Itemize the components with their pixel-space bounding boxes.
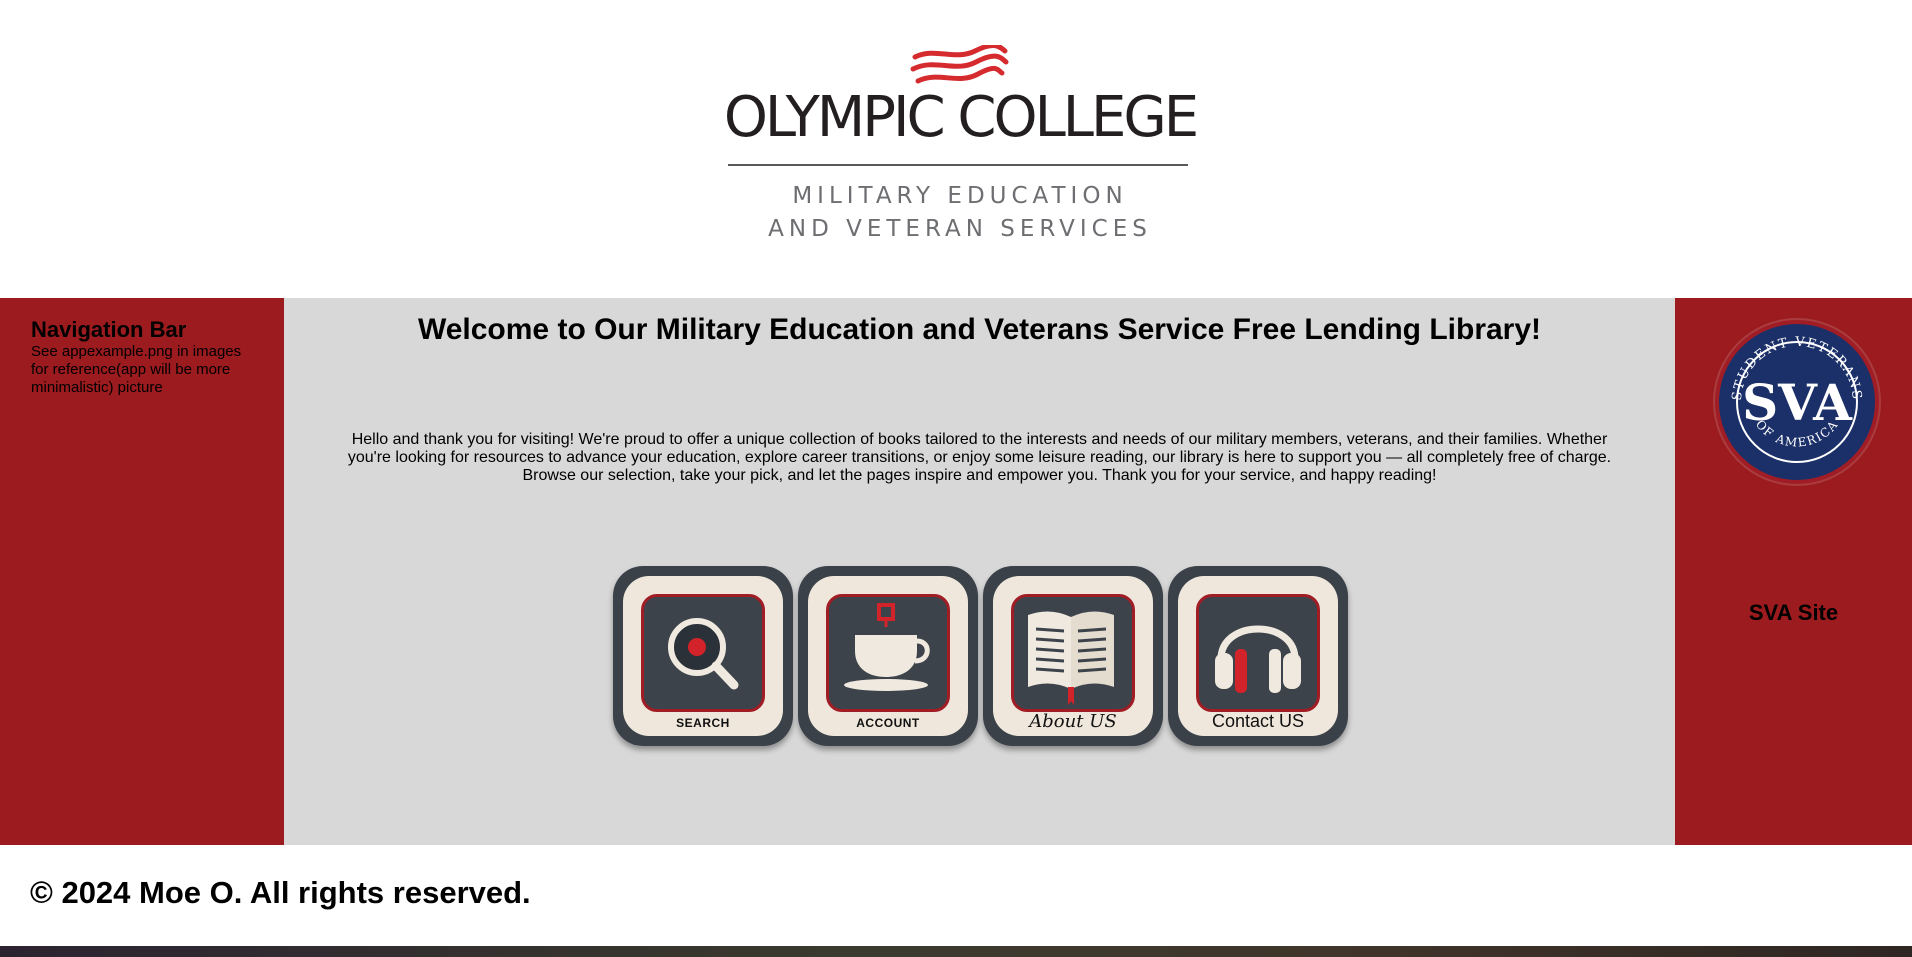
page-title: Welcome to Our Military Education and Ve… — [417, 313, 1542, 346]
copyright-text: © 2024 Moe O. All rights reserved. — [30, 875, 531, 910]
logo-subtitle-line1: MILITARY EDUCATION — [792, 183, 1128, 209]
tile-frame: Contact US — [1178, 576, 1338, 736]
account-tile-button[interactable]: ACCOUNT — [798, 566, 978, 746]
bottom-strip — [0, 946, 1912, 957]
tile-screen — [1196, 594, 1320, 712]
navigation-sidebar: Navigation Bar See appexample.png in ima… — [0, 298, 284, 845]
page: OLYMPIC COLLEGE MILITARY EDUCATION AND V… — [0, 0, 1912, 957]
tile-frame: About US — [993, 576, 1153, 736]
logo-divider — [728, 164, 1188, 166]
account-tile-label: ACCOUNT — [856, 716, 920, 730]
navigation-description: See appexample.png in images for referen… — [31, 343, 242, 396]
search-tile-button[interactable]: SEARCH — [613, 566, 793, 746]
headphones-icon — [1215, 625, 1301, 693]
sva-initials: SVA — [1742, 373, 1853, 432]
intro-paragraph: Hello and thank you for visiting! We're … — [347, 431, 1612, 484]
open-book-icon — [1028, 611, 1114, 705]
main-content: Welcome to Our Military Education and Ve… — [284, 298, 1675, 845]
search-tile-label: SEARCH — [676, 716, 730, 730]
tile-screen — [1011, 594, 1135, 712]
main-band: Navigation Bar See appexample.png in ima… — [0, 298, 1912, 845]
sva-sidebar: STUDENT VETERANS OF AMERICA SVA SVA Site — [1675, 298, 1912, 845]
sva-site-link[interactable]: SVA Site — [1675, 600, 1912, 626]
magnifier-icon — [668, 618, 739, 690]
tile-screen — [641, 594, 765, 712]
tile-frame: SEARCH — [623, 576, 783, 736]
sva-seal-icon[interactable]: STUDENT VETERANS OF AMERICA SVA — [1711, 316, 1883, 488]
logo-college-name: OLYMPIC COLLEGE — [723, 85, 1199, 150]
contact-us-tile-label: Contact US — [1211, 711, 1305, 731]
olympic-college-logo: OLYMPIC COLLEGE MILITARY EDUCATION AND V… — [720, 40, 1200, 250]
coffee-cup-icon — [844, 603, 930, 691]
flag-waves-icon — [910, 45, 1009, 84]
logo-subtitle-line2: AND VETERAN SERVICES — [768, 216, 1152, 242]
app-tiles: SEARCH ACCOUNT About US Contact US — [613, 566, 1353, 746]
navigation-title: Navigation Bar — [31, 317, 187, 342]
header: OLYMPIC COLLEGE MILITARY EDUCATION AND V… — [0, 0, 1912, 298]
contact-us-tile-button[interactable]: Contact US — [1168, 566, 1348, 746]
about-us-tile-label: About US — [1029, 711, 1117, 732]
tile-frame: ACCOUNT — [808, 576, 968, 736]
tile-screen — [826, 594, 950, 712]
about-us-tile-button[interactable]: About US — [983, 566, 1163, 746]
footer: © 2024 Moe O. All rights reserved. — [0, 845, 1912, 946]
